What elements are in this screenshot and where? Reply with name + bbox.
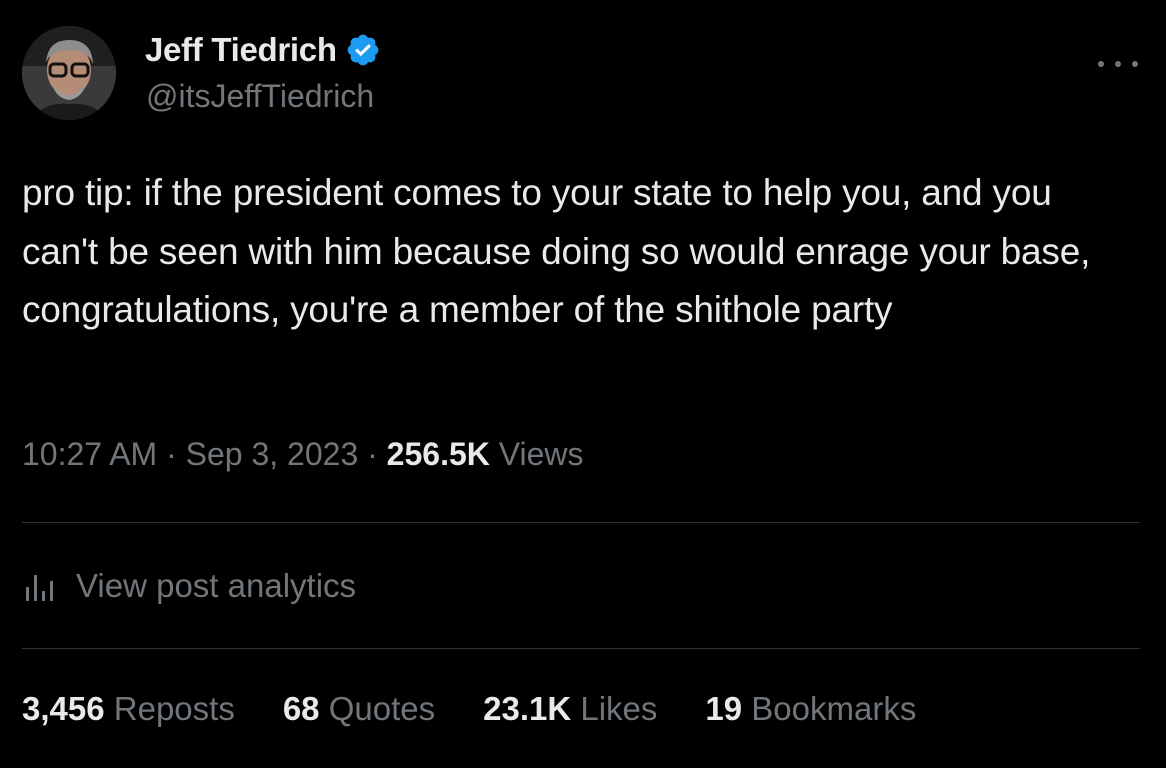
quotes-stat[interactable]: 68 Quotes	[283, 690, 435, 728]
views-label: Views	[498, 436, 584, 472]
meta-separator: ·	[367, 436, 378, 472]
reposts-label: Reposts	[113, 690, 235, 727]
likes-count: 23.1K	[483, 690, 572, 727]
likes-stat[interactable]: 23.1K Likes	[483, 690, 657, 728]
reposts-count: 3,456	[22, 690, 105, 727]
more-dot	[1132, 61, 1138, 67]
view-analytics-link[interactable]: View post analytics	[22, 562, 356, 610]
more-dot	[1115, 61, 1121, 67]
tweet-date[interactable]: Sep 3, 2023	[186, 436, 359, 472]
avatar[interactable]	[22, 26, 116, 120]
bookmarks-count: 19	[705, 690, 743, 727]
quotes-label: Quotes	[328, 690, 436, 727]
analytics-label: View post analytics	[76, 567, 357, 604]
author-handle[interactable]: @itsJeffTiedrich	[146, 78, 374, 115]
more-options-icon[interactable]	[1098, 50, 1138, 78]
tweet-meta: 10:27 AM · Sep 3, 2023 · 256.5K Views	[22, 436, 584, 473]
verified-badge-icon[interactable]	[345, 32, 381, 68]
author-name-row: Jeff Tiedrich	[145, 28, 381, 72]
tweet-card: Jeff Tiedrich @itsJeffTiedrich pro tip: …	[0, 0, 1166, 768]
quotes-count: 68	[282, 690, 320, 727]
author-display-name[interactable]: Jeff Tiedrich	[145, 31, 337, 69]
analytics-bars-icon	[22, 569, 62, 603]
likes-label: Likes	[580, 690, 658, 727]
tweet-time[interactable]: 10:27 AM	[22, 436, 157, 472]
divider	[22, 522, 1140, 523]
tweet-text: pro tip: if the president comes to your …	[22, 172, 1091, 330]
bookmarks-label: Bookmarks	[751, 690, 917, 727]
meta-separator: ·	[166, 436, 177, 472]
engagement-stats: 3,456 Reposts 68 Quotes 23.1K Likes 19 B…	[22, 690, 964, 728]
views-count: 256.5K	[386, 436, 490, 472]
bookmarks-stat[interactable]: 19 Bookmarks	[705, 690, 916, 728]
divider	[22, 648, 1140, 649]
more-dot	[1098, 61, 1104, 67]
reposts-stat[interactable]: 3,456 Reposts	[22, 690, 235, 728]
